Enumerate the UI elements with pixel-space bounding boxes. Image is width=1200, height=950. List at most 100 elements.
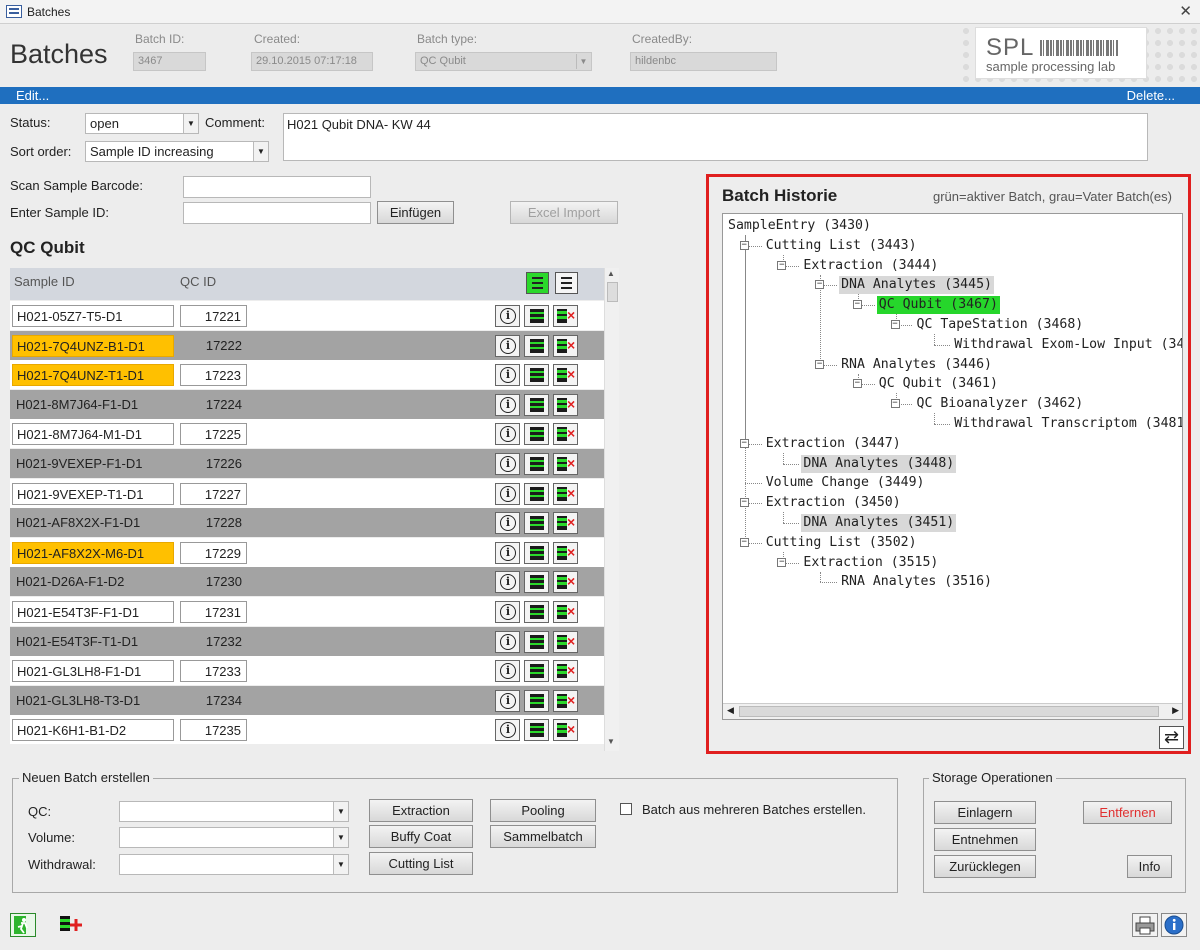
remove-row-button[interactable]: ×	[553, 660, 578, 683]
cutting-list-button[interactable]: Cutting List	[369, 852, 473, 875]
select-none-button[interactable]	[555, 272, 578, 294]
qc-id-field[interactable]: 17222	[180, 335, 247, 357]
table-row[interactable]: H021-GL3LH8-F1-D1 17233 i ×	[10, 656, 604, 686]
scroll-down-icon[interactable]: ▼	[607, 737, 615, 746]
qc-id-field[interactable]: 17224	[180, 394, 247, 416]
qc-id-field[interactable]: 17234	[180, 690, 247, 712]
tree-node[interactable]: Withdrawal Transcriptom (3481)	[952, 415, 1182, 433]
table-row[interactable]: H021-K6H1-B1-D2 17235 i ×	[10, 715, 604, 745]
table-row[interactable]: H021-E54T3F-T1-D1 17232 i ×	[10, 626, 604, 656]
select-row-button[interactable]	[524, 630, 549, 653]
collapse-icon[interactable]: −	[777, 557, 787, 567]
withdrawal-select[interactable]: ▼	[119, 854, 349, 875]
sample-id-field[interactable]: H021-E54T3F-F1-D1	[12, 601, 174, 623]
collapse-icon[interactable]: −	[739, 438, 749, 448]
tree-node[interactable]: QC Bioanalyzer (3462)	[915, 395, 1086, 413]
sample-id-field[interactable]: H021-E54T3F-T1-D1	[12, 631, 174, 653]
remove-row-button[interactable]: ×	[553, 482, 578, 505]
qc-id-field[interactable]: 17221	[180, 305, 247, 327]
select-row-button[interactable]	[524, 305, 549, 327]
volume-select[interactable]: ▼	[119, 827, 349, 848]
collapse-icon[interactable]: −	[815, 359, 825, 369]
table-row[interactable]: H021-8M7J64-F1-D1 17224 i ×	[10, 389, 604, 419]
select-row-button[interactable]	[524, 571, 549, 594]
close-icon[interactable]: ✕	[1179, 2, 1192, 20]
collapse-icon[interactable]: −	[890, 399, 900, 409]
scroll-right-icon[interactable]: ▶	[1172, 705, 1179, 716]
select-row-button[interactable]	[524, 689, 549, 712]
qc-id-field[interactable]: 17226	[180, 453, 247, 475]
remove-row-button[interactable]: ×	[553, 334, 578, 357]
info-button[interactable]: i	[495, 512, 520, 535]
tree-node[interactable]: QC TapeStation (3468)	[915, 316, 1086, 334]
help-button[interactable]	[1161, 913, 1187, 937]
excel-import-button[interactable]: Excel Import	[510, 201, 618, 224]
table-row[interactable]: H021-9VEXEP-T1-D1 17227 i ×	[10, 478, 604, 508]
comment-field[interactable]: H021 Qubit DNA- KW 44	[283, 113, 1148, 161]
enter-sample-input[interactable]	[183, 202, 371, 224]
tree-node[interactable]: Extraction (3447)	[764, 435, 903, 453]
info-button[interactable]: i	[495, 719, 520, 742]
einlagern-button[interactable]: Einlagern	[934, 801, 1036, 824]
info-button[interactable]: i	[495, 305, 520, 327]
zuruecklegen-button[interactable]: Zurücklegen	[934, 855, 1036, 878]
tree-node[interactable]: SampleEntry (3430)	[726, 217, 873, 235]
chevron-down-icon[interactable]: ▼	[333, 828, 348, 847]
select-row-button[interactable]	[524, 334, 549, 357]
tree-node[interactable]: Withdrawal Exom-Low Input (348	[952, 336, 1182, 354]
tree-node[interactable]: DNA Analytes (3451)	[801, 514, 957, 532]
qc-id-field[interactable]: 17231	[180, 601, 247, 623]
remove-row-button[interactable]: ×	[553, 719, 578, 742]
sample-id-field[interactable]: H021-GL3LH8-F1-D1	[12, 660, 174, 683]
sample-id-field[interactable]: H021-GL3LH8-T3-D1	[12, 690, 174, 712]
list-scrollbar[interactable]: ▲ ▼	[604, 268, 619, 751]
scroll-thumb[interactable]	[739, 706, 1159, 717]
select-row-button[interactable]	[524, 364, 549, 387]
collapse-icon[interactable]: −	[890, 320, 900, 329]
remove-row-button[interactable]: ×	[553, 541, 578, 564]
remove-row-button[interactable]: ×	[553, 689, 578, 712]
scroll-up-icon[interactable]: ▲	[607, 269, 615, 278]
select-row-button[interactable]	[524, 541, 549, 564]
sample-id-field[interactable]: H021-8M7J64-F1-D1	[12, 394, 174, 416]
tree-node[interactable]: Extraction (3515)	[801, 554, 940, 572]
qc-id-field[interactable]: 17223	[180, 364, 247, 387]
sammelbatch-button[interactable]: Sammelbatch	[490, 825, 596, 848]
swap-refresh-button[interactable]: ⇄	[1159, 726, 1184, 749]
sample-id-field[interactable]: H021-AF8X2X-F1-D1	[12, 512, 174, 534]
collapse-icon[interactable]: −	[852, 300, 862, 310]
info-button[interactable]: i	[495, 482, 520, 505]
table-row[interactable]: H021-AF8X2X-F1-D1 17228 i ×	[10, 508, 604, 538]
delete-link[interactable]: Delete...	[1127, 88, 1175, 103]
table-row[interactable]: H021-7Q4UNZ-T1-D1 17223 i ×	[10, 360, 604, 390]
select-row-button[interactable]	[524, 719, 549, 742]
chevron-down-icon[interactable]: ▼	[333, 802, 348, 821]
select-row-button[interactable]	[524, 423, 549, 446]
edit-link[interactable]: Edit...	[16, 88, 49, 103]
entnehmen-button[interactable]: Entnehmen	[934, 828, 1036, 851]
remove-row-button[interactable]: ×	[553, 601, 578, 623]
info-button[interactable]: i	[495, 393, 520, 416]
sort-order-select[interactable]: Sample ID increasing ▼	[85, 141, 269, 162]
remove-row-button[interactable]: ×	[553, 305, 578, 327]
qc-id-field[interactable]: 17227	[180, 482, 247, 505]
sample-id-field[interactable]: H021-9VEXEP-T1-D1	[12, 482, 174, 505]
qc-id-field[interactable]: 17232	[180, 631, 247, 653]
info-button[interactable]: i	[495, 453, 520, 475]
chevron-down-icon[interactable]: ▼	[333, 855, 348, 874]
multi-batch-checkbox[interactable]	[620, 803, 632, 815]
sample-id-field[interactable]: H021-7Q4UNZ-T1-D1	[12, 364, 174, 387]
print-button[interactable]	[1132, 913, 1158, 937]
sample-id-field[interactable]: H021-8M7J64-M1-D1	[12, 423, 174, 446]
chevron-down-icon[interactable]: ▼	[253, 142, 268, 161]
remove-row-button[interactable]: ×	[553, 512, 578, 535]
sample-id-field[interactable]: H021-7Q4UNZ-B1-D1	[12, 334, 174, 357]
tree-node[interactable]: Cutting List (3502)	[764, 534, 919, 552]
remove-row-button[interactable]: ×	[553, 571, 578, 594]
sample-id-field[interactable]: H021-9VEXEP-F1-D1	[12, 453, 174, 475]
qc-id-field[interactable]: 17235	[180, 719, 247, 742]
tree-node[interactable]: RNA Analytes (3446)	[839, 356, 994, 374]
extraction-button[interactable]: Extraction	[369, 799, 473, 822]
collapse-icon[interactable]: −	[739, 498, 749, 508]
remove-row-button[interactable]: ×	[553, 630, 578, 653]
